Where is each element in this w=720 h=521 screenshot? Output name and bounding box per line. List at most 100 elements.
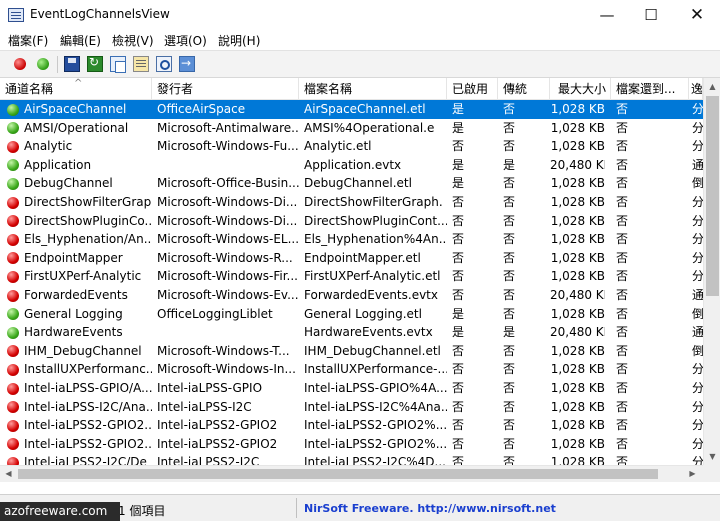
cell-extra: 分 bbox=[692, 139, 703, 154]
cell-retention: 否 bbox=[616, 343, 629, 358]
exit-icon[interactable] bbox=[179, 56, 195, 72]
cell-max-size: 1,028 KB bbox=[550, 195, 605, 209]
cell-channel-name: EndpointMapper bbox=[24, 250, 123, 265]
table-row[interactable]: IHM_DebugChannel Microsoft-Windows-T... IH… bbox=[0, 342, 703, 361]
cell-publisher: Microsoft-Windows-Di... bbox=[157, 195, 298, 209]
column-header-channel-name[interactable]: 通道名稱 ^ bbox=[0, 78, 152, 100]
enable-icon[interactable] bbox=[14, 58, 26, 70]
cell-enabled: 是 bbox=[452, 306, 465, 321]
cell-retention: 否 bbox=[616, 176, 629, 191]
cell-enabled: 否 bbox=[452, 213, 465, 228]
cell-extra: 分 bbox=[692, 269, 703, 284]
cell-classic: 否 bbox=[503, 288, 516, 302]
table-row[interactable]: HardwareEvents HardwareEvents.evtx 是 是 20,48… bbox=[0, 323, 703, 342]
find-icon[interactable] bbox=[156, 56, 172, 72]
table-row[interactable]: FirstUXPerf-Analytic Microsoft-Windows-Fi… bbox=[0, 267, 703, 286]
cell-max-size: 1,028 KB bbox=[550, 213, 605, 228]
cell-classic: 否 bbox=[503, 139, 516, 154]
table-row[interactable]: Application Application.evtx 是 是 20,480 KB 否 通 bbox=[0, 156, 703, 175]
table-row[interactable]: EndpointMapper Microsoft-Windows-R... Endp… bbox=[0, 249, 703, 268]
scroll-right-icon[interactable]: ▶ bbox=[684, 466, 701, 482]
cell-max-size: 20,480 KB bbox=[550, 325, 605, 340]
horizontal-scrollbar[interactable]: ◀ ▶ bbox=[0, 465, 703, 482]
column-header-extra[interactable]: 逸 bbox=[689, 78, 703, 100]
scroll-left-icon[interactable]: ◀ bbox=[0, 466, 17, 482]
table-row[interactable]: InstallUXPerformanc... Microsoft-Windows-… bbox=[0, 360, 703, 379]
menu-view[interactable]: 檢視(V) bbox=[112, 32, 154, 49]
menu-help[interactable]: 說明(H) bbox=[218, 32, 260, 49]
cell-enabled: 否 bbox=[452, 195, 465, 209]
disabled-status-icon bbox=[7, 363, 19, 376]
sort-arrow-icon: ^ bbox=[74, 78, 83, 89]
cell-extra: 分 bbox=[692, 213, 703, 228]
cell-classic: 是 bbox=[503, 157, 516, 172]
disable-icon[interactable] bbox=[37, 58, 49, 70]
cell-extra: 倒 bbox=[692, 176, 703, 191]
status-separator bbox=[296, 498, 297, 518]
enabled-status-icon bbox=[7, 326, 19, 339]
column-header-retention[interactable]: 檔案還到... bbox=[611, 78, 689, 100]
table-row[interactable]: AMSI/Operational Microsoft-Antimalware...… bbox=[0, 119, 703, 138]
minimize-button[interactable]: — bbox=[584, 0, 630, 30]
column-header-enabled[interactable]: 已啟用 bbox=[447, 78, 498, 100]
horizontal-scroll-thumb[interactable] bbox=[18, 469, 658, 479]
disabled-status-icon bbox=[7, 252, 19, 265]
cell-retention: 否 bbox=[616, 288, 629, 302]
menu-file[interactable]: 檔案(F) bbox=[8, 32, 48, 49]
cell-retention: 否 bbox=[616, 102, 629, 116]
cell-classic: 是 bbox=[503, 325, 516, 340]
properties-icon[interactable] bbox=[133, 56, 149, 72]
cell-classic: 否 bbox=[503, 381, 516, 395]
table-row[interactable]: DirectShowFilterGraph Microsoft-Windows-D… bbox=[0, 193, 703, 212]
disabled-status-icon bbox=[7, 438, 19, 451]
cell-publisher bbox=[157, 156, 299, 175]
enabled-status-icon bbox=[7, 103, 19, 116]
cell-retention: 否 bbox=[616, 269, 629, 284]
nirsoft-link[interactable]: NirSoft Freeware. http://www.nirsoft.net bbox=[304, 502, 556, 515]
cell-max-size: 1,028 KB bbox=[550, 232, 605, 247]
menu-options[interactable]: 選項(O) bbox=[164, 32, 207, 49]
app-icon bbox=[8, 8, 24, 22]
cell-publisher: Microsoft-Windows-Fu... bbox=[157, 139, 299, 154]
column-header-max-size[interactable]: 最大大小 bbox=[550, 78, 611, 100]
cell-publisher: Microsoft-Windows-R... bbox=[157, 250, 293, 265]
cell-channel-name: HardwareEvents bbox=[24, 325, 123, 340]
table-row[interactable]: Intel-iaLPSS2-GPIO2... Intel-iaLPSS2-GPIO… bbox=[0, 435, 703, 454]
cell-publisher: Microsoft-Office-Busin... bbox=[157, 176, 299, 191]
menu-edit[interactable]: 編輯(E) bbox=[60, 32, 101, 49]
table-row[interactable]: DirectShowPluginCo... Microsoft-Windows-D… bbox=[0, 212, 703, 231]
copy-icon[interactable] bbox=[110, 56, 126, 73]
cell-extra: 分 bbox=[692, 418, 703, 433]
cell-filename: General Logging.etl bbox=[304, 306, 422, 321]
scroll-down-icon[interactable]: ▼ bbox=[704, 448, 720, 465]
column-header-classic[interactable]: 傳統 bbox=[498, 78, 550, 100]
cell-retention: 否 bbox=[616, 157, 629, 172]
scroll-up-icon[interactable]: ▲ bbox=[704, 78, 720, 95]
refresh-icon[interactable] bbox=[87, 55, 103, 72]
column-header-publisher[interactable]: 發行者 bbox=[152, 78, 299, 100]
table-row[interactable]: AirSpaceChannel OfficeAirSpace AirSpaceCha… bbox=[0, 100, 703, 119]
close-button[interactable]: ✕ bbox=[674, 0, 720, 30]
table-row[interactable]: General Logging OfficeLoggingLiblet Genera… bbox=[0, 305, 703, 324]
disabled-status-icon bbox=[7, 270, 19, 283]
cell-filename: Application.evtx bbox=[304, 157, 402, 172]
cell-enabled: 否 bbox=[452, 418, 465, 433]
cell-enabled: 否 bbox=[452, 399, 465, 414]
cell-channel-name: Intel-iaLPSS2-GPIO2... bbox=[24, 418, 152, 433]
table-row[interactable]: Els_Hyphenation/An... Microsoft-Windows-E… bbox=[0, 230, 703, 249]
save-icon[interactable] bbox=[64, 56, 80, 72]
table-row[interactable]: Intel-iaLPSS-I2C/Ana... Intel-iaLPSS-I2C I… bbox=[0, 398, 703, 417]
table-row[interactable]: DebugChannel Microsoft-Office-Busin... Deb… bbox=[0, 174, 703, 193]
cell-publisher: Microsoft-Windows-Di... bbox=[157, 213, 298, 228]
cell-max-size: 1,028 KB bbox=[550, 120, 605, 135]
cell-publisher: Intel-iaLPSS-GPIO bbox=[157, 381, 263, 395]
table-row[interactable]: ForwardedEvents Microsoft-Windows-Ev... Fo… bbox=[0, 286, 703, 305]
vertical-scrollbar[interactable]: ▲ ▼ bbox=[703, 78, 720, 482]
vertical-scroll-thumb[interactable] bbox=[706, 96, 719, 296]
column-header-filename[interactable]: 檔案名稱 bbox=[299, 78, 447, 100]
table-row[interactable]: Intel-iaLPSS2-GPIO2... Intel-iaLPSS2-GPIO… bbox=[0, 416, 703, 435]
cell-classic: 否 bbox=[503, 269, 516, 284]
table-row[interactable]: Analytic Microsoft-Windows-Fu... Analytic.… bbox=[0, 137, 703, 156]
table-row[interactable]: Intel-iaLPSS-GPIO/A... Intel-iaLPSS-GPIO I… bbox=[0, 379, 703, 398]
maximize-button[interactable]: ☐ bbox=[628, 0, 674, 30]
